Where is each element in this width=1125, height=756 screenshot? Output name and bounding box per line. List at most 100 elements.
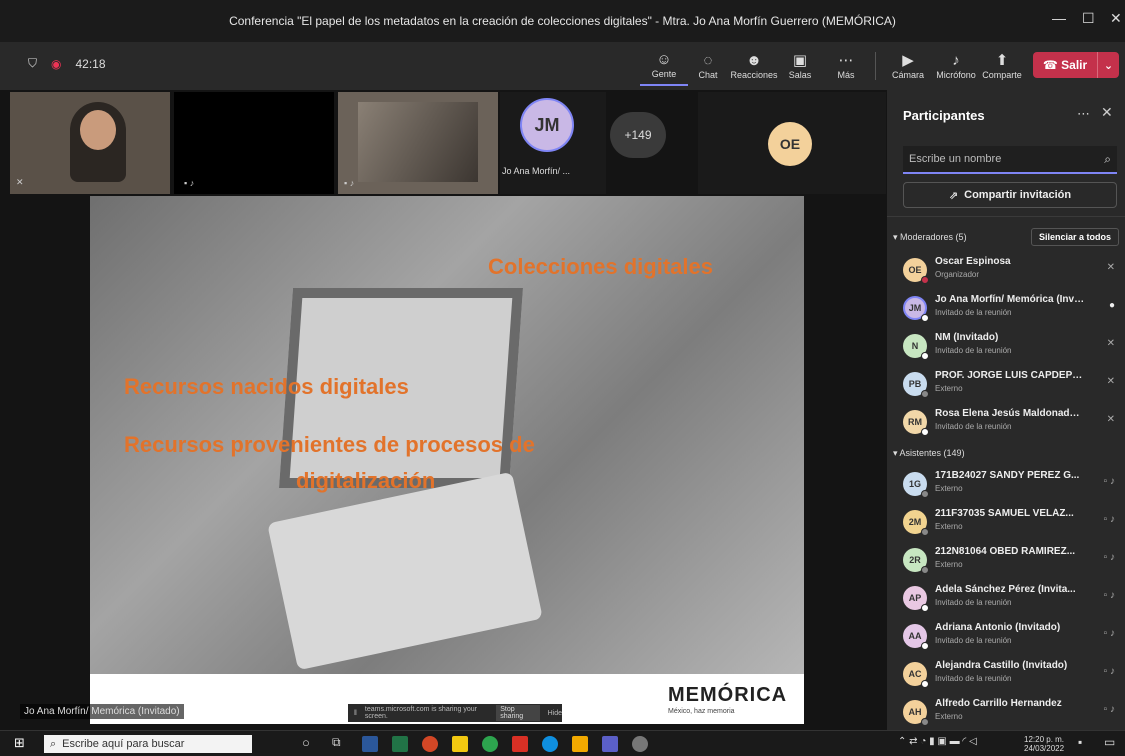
reactions-icon: ☻ [746, 52, 762, 69]
camera-mic-off-icon: ▫ ♪ [1103, 666, 1115, 677]
cortana-icon[interactable]: ○ [302, 735, 310, 750]
mic-off-icon: ▪ ♪ [344, 178, 355, 188]
slide-heading: Colecciones digitales [488, 254, 713, 279]
presence-status [921, 352, 929, 360]
action-center-icon[interactable]: ▭ [1104, 735, 1115, 749]
presenter-caption: Jo Ana Morfín/ Memórica (Invitado) [20, 704, 184, 719]
presence-status [921, 390, 929, 398]
teams-app-icon[interactable] [602, 736, 618, 752]
participant-role: Externo [935, 712, 963, 721]
acrobat-app-icon[interactable] [512, 736, 528, 752]
rooms-button[interactable]: ▣ Salas [776, 46, 824, 86]
participant-row[interactable]: AA Adriana Antonio (Invitado) Invitado d… [887, 616, 1125, 654]
presence-status [921, 680, 929, 688]
attendees-group-header[interactable]: ▾ Asistentes (149) [893, 448, 965, 459]
slide-text-2: Recursos provenientes de procesos de [124, 432, 535, 457]
participant-role: Invitado de la reunión [935, 674, 1012, 683]
windows-start-icon[interactable]: ⊞ [14, 735, 25, 751]
share-invite-button[interactable]: ⇗ Compartir invitación [903, 182, 1117, 208]
maximize-icon[interactable]: ☐ [1082, 10, 1095, 27]
hide-button[interactable]: Hide [548, 710, 562, 717]
participant-name: Adela Sánchez Pérez (Invita... [935, 584, 1076, 595]
participant-row[interactable]: RM Rosa Elena Jesús Maldonado (In... Inv… [887, 402, 1125, 440]
reactions-button[interactable]: ☻ Reacciones [730, 46, 778, 86]
people-button[interactable]: ☺ Gente [640, 46, 688, 86]
participant-role: Organizador [935, 270, 980, 279]
video-tile-presenter[interactable]: ✕ [10, 92, 170, 194]
moderators-group-header[interactable]: ▾ Moderadores (5) [893, 232, 967, 243]
video-tile-jm[interactable]: JM Jo Ana Morfín/ ... [500, 92, 606, 194]
camera-mic-off-icon: ▫ ♪ [1103, 476, 1115, 487]
close-window-icon[interactable]: ✕ [1110, 10, 1122, 27]
minimize-icon[interactable]: — [1052, 10, 1066, 26]
chrome-app-icon[interactable] [482, 736, 498, 752]
word-app-icon[interactable] [362, 736, 378, 752]
sticky-app-icon[interactable] [572, 736, 588, 752]
stop-sharing-button[interactable]: Stop sharing [496, 705, 540, 721]
participant-row[interactable]: N NM (Invitado) Invitado de la reunión ✕ [887, 326, 1125, 364]
more-button[interactable]: ⋯ Más [822, 46, 870, 86]
mic-off-icon[interactable]: ✕ [1107, 414, 1115, 425]
mic-on-icon[interactable]: ● [1109, 300, 1115, 311]
camera-mic-off-icon: ▫ ♪ [1103, 514, 1115, 525]
participant-row[interactable]: AP Adela Sánchez Pérez (Invita... Invita… [887, 578, 1125, 616]
video-tile-3[interactable]: ▪ ♪ [338, 92, 498, 194]
notifications-icon[interactable]: ▪ [1078, 735, 1082, 749]
chat-button[interactable]: ◌ Chat [684, 46, 732, 86]
task-view-icon[interactable]: ⧉ [332, 735, 341, 750]
app-icon[interactable] [632, 736, 648, 752]
pause-icon: ‖ [354, 709, 357, 717]
share-button[interactable]: ⬆ Comparte [978, 46, 1026, 86]
participant-name: NM (Invitado) [935, 332, 999, 343]
mute-all-button[interactable]: Silenciar a todos [1031, 228, 1119, 246]
participant-row[interactable]: 2R 212N81064 OBED RAMIREZ... Externo ▫ ♪ [887, 540, 1125, 578]
participant-row[interactable]: 2M 211F37035 SAMUEL VELÁZ... Externo ▫ ♪ [887, 502, 1125, 540]
participant-name: Jo Ana Morfín/ Memórica (Invit... [935, 294, 1085, 305]
panel-title: Participantes [903, 108, 985, 123]
participant-row[interactable]: 1G 171B24027 SANDY PÉREZ G... Externo ▫ … [887, 464, 1125, 502]
search-icon: ⌕ [50, 737, 57, 750]
camera-off-icon: ▶ [902, 52, 914, 69]
mic-off-icon[interactable]: ✕ [1107, 338, 1115, 349]
participant-search-input[interactable]: Escribe un nombre ⌕ [903, 146, 1117, 174]
meeting-status: ⛉ ◉ 42:18 [28, 56, 106, 71]
participant-row[interactable]: AH Alfredo Carrillo Hernandez Externo ▫ … [887, 692, 1125, 730]
participant-name: Adriana Antonio (Invitado) [935, 622, 1061, 633]
microphone-button[interactable]: ♪ Micrófono [932, 46, 980, 86]
powerpoint-app-icon[interactable] [422, 736, 438, 752]
mic-off-icon[interactable]: ✕ [1107, 262, 1115, 273]
more-options-icon[interactable]: ⋯ [1077, 106, 1090, 122]
avatar: JM [520, 98, 574, 152]
file-explorer-icon[interactable] [452, 736, 468, 752]
person-face [80, 110, 116, 150]
participant-role: Invitado de la reunión [935, 636, 1012, 645]
excel-app-icon[interactable] [392, 736, 408, 752]
leave-button[interactable]: ☎ Salir ⌄ [1033, 52, 1119, 78]
participant-row[interactable]: OE Oscar Espinosa Organizador ✕ [887, 250, 1125, 288]
meeting-toolbar: ⛉ ◉ 42:18 ☺ Gente ◌ Chat ☻ Reacciones ▣ … [0, 42, 1125, 90]
video-tile-2[interactable]: ▪ ♪ [174, 92, 334, 194]
mic-off-icon[interactable]: ✕ [1107, 376, 1115, 387]
presence-status [921, 428, 929, 436]
participant-row[interactable]: JM Jo Ana Morfín/ Memórica (Invit... Inv… [887, 288, 1125, 326]
toolbar-divider [875, 52, 876, 80]
participant-name: Rosa Elena Jesús Maldonado (In... [935, 408, 1085, 419]
participant-name: Oscar Espinosa [935, 256, 1011, 267]
taskbar-search-input[interactable]: ⌕ Escribe aquí para buscar [44, 735, 252, 753]
overflow-participants-button[interactable]: +149 [610, 112, 666, 158]
camera-button[interactable]: ▶ Cámara [884, 46, 932, 86]
presence-status [921, 314, 929, 322]
participant-row[interactable]: PB PROF. JORGE LUIS CAPDEPONT ... Extern… [887, 364, 1125, 402]
chevron-down-icon[interactable]: ⌄ [1097, 52, 1119, 78]
share-bar-text: teams.microsoft.com is sharing your scre… [364, 706, 477, 720]
video-tile-oe[interactable]: OE [698, 92, 886, 194]
taskbar-clock[interactable]: 12:20 p. m. 24/03/2022 [1024, 735, 1064, 753]
shield-icon: ⛉ [28, 56, 38, 70]
window-title: Conferencia "El papel de los metadatos e… [229, 14, 896, 28]
participant-row[interactable]: AC Alejandra Castillo (Invitado) Invitad… [887, 654, 1125, 692]
edge-app-icon[interactable] [542, 736, 558, 752]
system-tray-icons[interactable]: ⌃ ⇄ ◔ ▮ ▣ ▬ ◜ ◁ [898, 736, 977, 747]
participants-panel: Participantes ⋯ ✕ Escribe un nombre ⌕ ⇗ … [887, 90, 1125, 730]
close-panel-icon[interactable]: ✕ [1101, 104, 1113, 121]
presence-status [921, 604, 929, 612]
